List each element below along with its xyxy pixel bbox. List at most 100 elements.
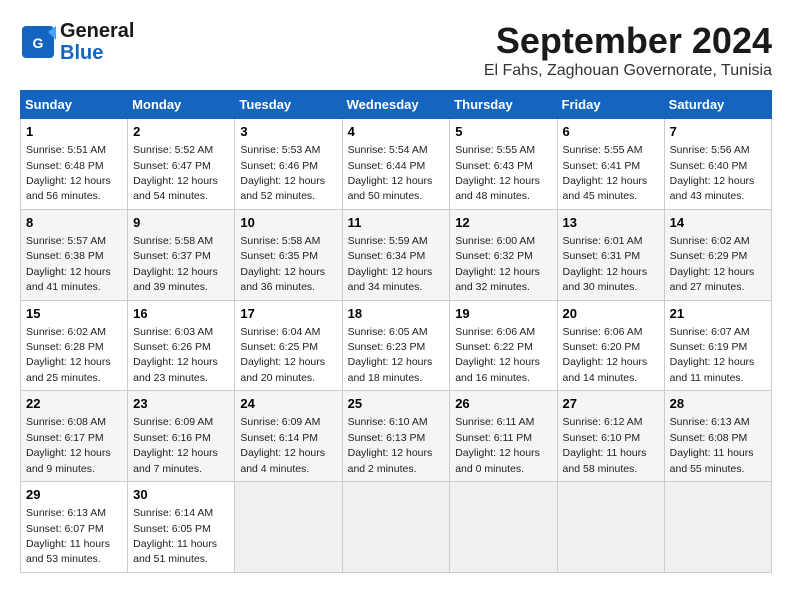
day-number: 23 bbox=[133, 395, 229, 413]
day-number: 25 bbox=[348, 395, 445, 413]
calendar-cell: 1 Sunrise: 5:51 AMSunset: 6:48 PMDaylight… bbox=[21, 119, 128, 210]
calendar-cell: 11Sunrise: 5:59 AMSunset: 6:34 PMDayligh… bbox=[342, 209, 450, 300]
calendar-cell: 4Sunrise: 5:54 AMSunset: 6:44 PMDaylight… bbox=[342, 119, 450, 210]
calendar-cell: 3 Sunrise: 5:53 AMSunset: 6:46 PMDaylight… bbox=[235, 119, 342, 210]
calendar-cell bbox=[450, 482, 557, 573]
calendar-cell: 30 Sunrise: 6:14 AMSunset: 6:05 PMDayligh… bbox=[128, 482, 235, 573]
calendar-cell: 8 Sunrise: 5:57 AMSunset: 6:38 PMDaylight… bbox=[21, 209, 128, 300]
day-number: 13 bbox=[563, 214, 659, 232]
day-number: 10 bbox=[240, 214, 336, 232]
calendar-cell: 17 Sunrise: 6:04 AMSunset: 6:25 PMDayligh… bbox=[235, 300, 342, 391]
day-number: 20 bbox=[563, 305, 659, 323]
day-info: Sunrise: 5:56 AMSunset: 6:40 PMDaylight:… bbox=[670, 144, 755, 202]
calendar-table: Sunday Monday Tuesday Wednesday Thursday… bbox=[20, 90, 772, 573]
day-number: 1 bbox=[26, 123, 122, 141]
day-number: 24 bbox=[240, 395, 336, 413]
col-thursday: Thursday bbox=[450, 91, 557, 119]
day-number: 18 bbox=[348, 305, 445, 323]
col-monday: Monday bbox=[128, 91, 235, 119]
day-number: 8 bbox=[26, 214, 122, 232]
day-number: 12 bbox=[455, 214, 551, 232]
logo: G General Blue bbox=[20, 20, 134, 64]
col-saturday: Saturday bbox=[664, 91, 771, 119]
day-info: Sunrise: 6:08 AMSunset: 6:17 PMDaylight:… bbox=[26, 416, 111, 474]
calendar-week-row: 15Sunrise: 6:02 AMSunset: 6:28 PMDayligh… bbox=[21, 300, 772, 391]
calendar-cell: 20 Sunrise: 6:06 AMSunset: 6:20 PMDayligh… bbox=[557, 300, 664, 391]
calendar-week-row: 8 Sunrise: 5:57 AMSunset: 6:38 PMDaylight… bbox=[21, 209, 772, 300]
day-info: Sunrise: 5:51 AMSunset: 6:48 PMDaylight:… bbox=[26, 144, 111, 202]
day-info: Sunrise: 6:06 AMSunset: 6:22 PMDaylight:… bbox=[455, 326, 540, 384]
calendar-header-row: Sunday Monday Tuesday Wednesday Thursday… bbox=[21, 91, 772, 119]
day-number: 2 bbox=[133, 123, 229, 141]
logo-icon: G bbox=[20, 24, 56, 60]
calendar-week-row: 1 Sunrise: 5:51 AMSunset: 6:48 PMDaylight… bbox=[21, 119, 772, 210]
calendar-cell: 9Sunrise: 5:58 AMSunset: 6:37 PMDaylight… bbox=[128, 209, 235, 300]
month-title: September 2024 bbox=[484, 20, 772, 62]
day-info: Sunrise: 5:52 AMSunset: 6:47 PMDaylight:… bbox=[133, 144, 218, 202]
page-header: G General Blue September 2024 El Fahs, Z… bbox=[20, 20, 772, 80]
day-info: Sunrise: 5:55 AMSunset: 6:41 PMDaylight:… bbox=[563, 144, 648, 202]
day-info: Sunrise: 6:05 AMSunset: 6:23 PMDaylight:… bbox=[348, 326, 433, 384]
calendar-cell: 22Sunrise: 6:08 AMSunset: 6:17 PMDayligh… bbox=[21, 391, 128, 482]
day-info: Sunrise: 6:13 AMSunset: 6:07 PMDaylight:… bbox=[26, 507, 110, 565]
day-info: Sunrise: 6:09 AMSunset: 6:16 PMDaylight:… bbox=[133, 416, 218, 474]
day-info: Sunrise: 5:57 AMSunset: 6:38 PMDaylight:… bbox=[26, 235, 111, 293]
calendar-cell: 21 Sunrise: 6:07 AMSunset: 6:19 PMDayligh… bbox=[664, 300, 771, 391]
calendar-cell: 24 Sunrise: 6:09 AMSunset: 6:14 PMDayligh… bbox=[235, 391, 342, 482]
col-sunday: Sunday bbox=[21, 91, 128, 119]
calendar-cell: 13 Sunrise: 6:01 AMSunset: 6:31 PMDayligh… bbox=[557, 209, 664, 300]
svg-text:G: G bbox=[33, 35, 44, 51]
day-number: 17 bbox=[240, 305, 336, 323]
col-wednesday: Wednesday bbox=[342, 91, 450, 119]
calendar-cell: 19 Sunrise: 6:06 AMSunset: 6:22 PMDayligh… bbox=[450, 300, 557, 391]
day-info: Sunrise: 6:04 AMSunset: 6:25 PMDaylight:… bbox=[240, 326, 325, 384]
calendar-cell bbox=[235, 482, 342, 573]
calendar-cell: 25 Sunrise: 6:10 AMSunset: 6:13 PMDayligh… bbox=[342, 391, 450, 482]
calendar-cell: 7Sunrise: 5:56 AMSunset: 6:40 PMDaylight… bbox=[664, 119, 771, 210]
day-number: 27 bbox=[563, 395, 659, 413]
day-info: Sunrise: 6:06 AMSunset: 6:20 PMDaylight:… bbox=[563, 326, 648, 384]
day-info: Sunrise: 6:01 AMSunset: 6:31 PMDaylight:… bbox=[563, 235, 648, 293]
day-number: 29 bbox=[26, 486, 122, 504]
calendar-cell: 2 Sunrise: 5:52 AMSunset: 6:47 PMDaylight… bbox=[128, 119, 235, 210]
calendar-cell: 18 Sunrise: 6:05 AMSunset: 6:23 PMDayligh… bbox=[342, 300, 450, 391]
calendar-cell bbox=[557, 482, 664, 573]
col-tuesday: Tuesday bbox=[235, 91, 342, 119]
title-block: September 2024 El Fahs, Zaghouan Governo… bbox=[484, 20, 772, 80]
day-info: Sunrise: 6:03 AMSunset: 6:26 PMDaylight:… bbox=[133, 326, 218, 384]
day-info: Sunrise: 6:11 AMSunset: 6:11 PMDaylight:… bbox=[455, 416, 540, 474]
calendar-cell: 10Sunrise: 5:58 AMSunset: 6:35 PMDayligh… bbox=[235, 209, 342, 300]
day-number: 16 bbox=[133, 305, 229, 323]
day-number: 30 bbox=[133, 486, 229, 504]
calendar-cell: 23 Sunrise: 6:09 AMSunset: 6:16 PMDayligh… bbox=[128, 391, 235, 482]
day-info: Sunrise: 5:59 AMSunset: 6:34 PMDaylight:… bbox=[348, 235, 433, 293]
day-number: 3 bbox=[240, 123, 336, 141]
day-number: 14 bbox=[670, 214, 766, 232]
day-info: Sunrise: 5:58 AMSunset: 6:37 PMDaylight:… bbox=[133, 235, 218, 293]
day-info: Sunrise: 6:07 AMSunset: 6:19 PMDaylight:… bbox=[670, 326, 755, 384]
day-info: Sunrise: 6:14 AMSunset: 6:05 PMDaylight:… bbox=[133, 507, 217, 565]
day-number: 19 bbox=[455, 305, 551, 323]
day-info: Sunrise: 5:53 AMSunset: 6:46 PMDaylight:… bbox=[240, 144, 325, 202]
day-number: 28 bbox=[670, 395, 766, 413]
day-info: Sunrise: 6:00 AMSunset: 6:32 PMDaylight:… bbox=[455, 235, 540, 293]
logo-text-general: General bbox=[60, 20, 134, 42]
calendar-cell: 12 Sunrise: 6:00 AMSunset: 6:32 PMDayligh… bbox=[450, 209, 557, 300]
calendar-cell: 14Sunrise: 6:02 AMSunset: 6:29 PMDayligh… bbox=[664, 209, 771, 300]
day-info: Sunrise: 6:13 AMSunset: 6:08 PMDaylight:… bbox=[670, 416, 754, 474]
day-info: Sunrise: 6:10 AMSunset: 6:13 PMDaylight:… bbox=[348, 416, 433, 474]
calendar-cell: 6 Sunrise: 5:55 AMSunset: 6:41 PMDaylight… bbox=[557, 119, 664, 210]
day-number: 5 bbox=[455, 123, 551, 141]
calendar-cell: 15Sunrise: 6:02 AMSunset: 6:28 PMDayligh… bbox=[21, 300, 128, 391]
day-number: 26 bbox=[455, 395, 551, 413]
day-number: 15 bbox=[26, 305, 122, 323]
day-info: Sunrise: 6:09 AMSunset: 6:14 PMDaylight:… bbox=[240, 416, 325, 474]
day-info: Sunrise: 6:12 AMSunset: 6:10 PMDaylight:… bbox=[563, 416, 647, 474]
day-number: 6 bbox=[563, 123, 659, 141]
col-friday: Friday bbox=[557, 91, 664, 119]
logo-text-blue: Blue bbox=[60, 42, 134, 64]
calendar-cell: 28 Sunrise: 6:13 AMSunset: 6:08 PMDayligh… bbox=[664, 391, 771, 482]
day-number: 21 bbox=[670, 305, 766, 323]
calendar-cell bbox=[342, 482, 450, 573]
calendar-cell: 5Sunrise: 5:55 AMSunset: 6:43 PMDaylight… bbox=[450, 119, 557, 210]
